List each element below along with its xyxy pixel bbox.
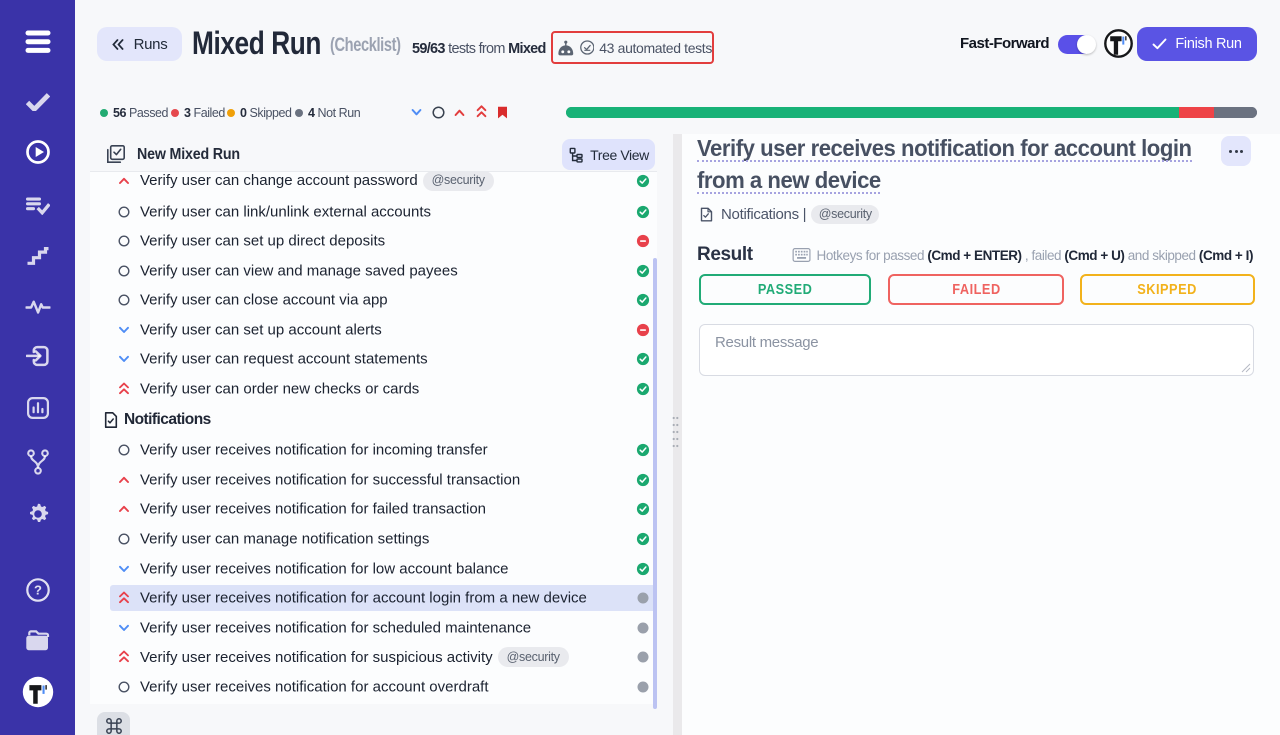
- svg-text:?: ?: [34, 583, 42, 598]
